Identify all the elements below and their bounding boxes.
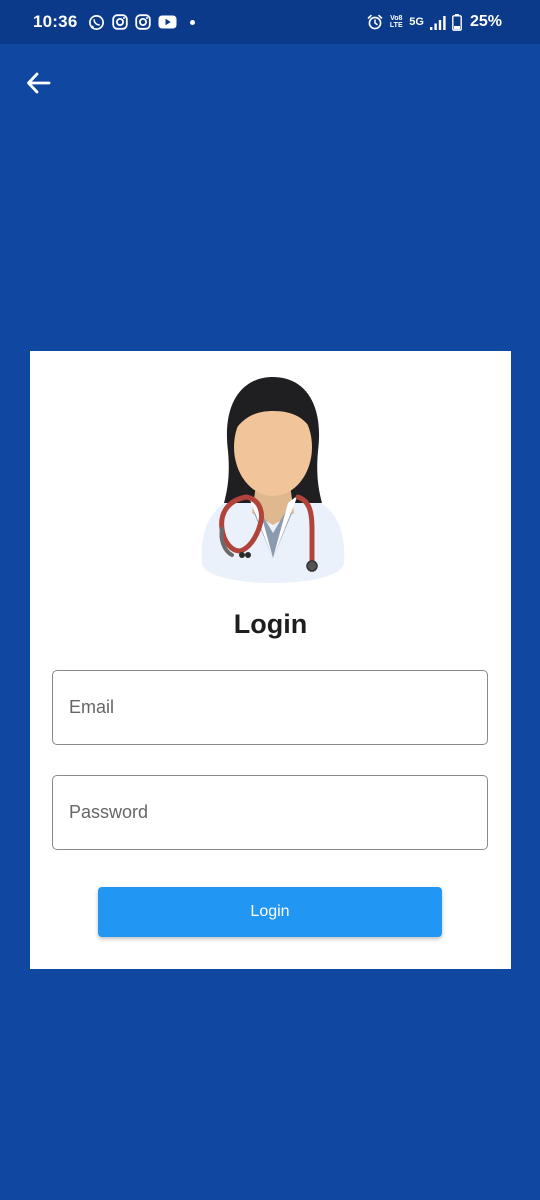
instagram-icon [112,14,128,30]
notification-icons [88,13,195,31]
login-button[interactable]: Login [98,887,442,937]
battery-icon [452,13,462,31]
back-button[interactable] [22,66,56,100]
volte-top-label: Vo8 [390,15,403,22]
password-input[interactable] [53,776,487,849]
status-time: 10:36 [33,12,78,31]
youtube-icon [158,15,177,29]
signal-icon [429,15,446,30]
volte-bottom-label: LTE [389,22,403,29]
email-field[interactable] [52,670,488,745]
notification-dot [190,19,195,25]
alarm-icon [367,14,383,30]
email-input[interactable] [53,671,487,744]
battery-percentage: 25% [469,13,502,30]
system-icons: Vo8 LTE 5G 25% [367,12,502,32]
network-type: 5G [409,15,424,28]
instagram-icon [135,14,151,30]
login-title: Login [233,609,308,639]
login-screen: 10:36 Vo8 LTE 5G 25% Login Email Login [0,0,540,1200]
doctor-avatar-icon [201,377,345,583]
arrow-left-icon [27,72,51,94]
login-card: Login Login [30,351,511,969]
whatsapp-icon [89,14,104,30]
password-field[interactable] [52,775,488,850]
volte-indicator: Vo8 LTE [389,15,403,29]
status-bar: 10:36 Vo8 LTE 5G 25% [0,0,540,44]
